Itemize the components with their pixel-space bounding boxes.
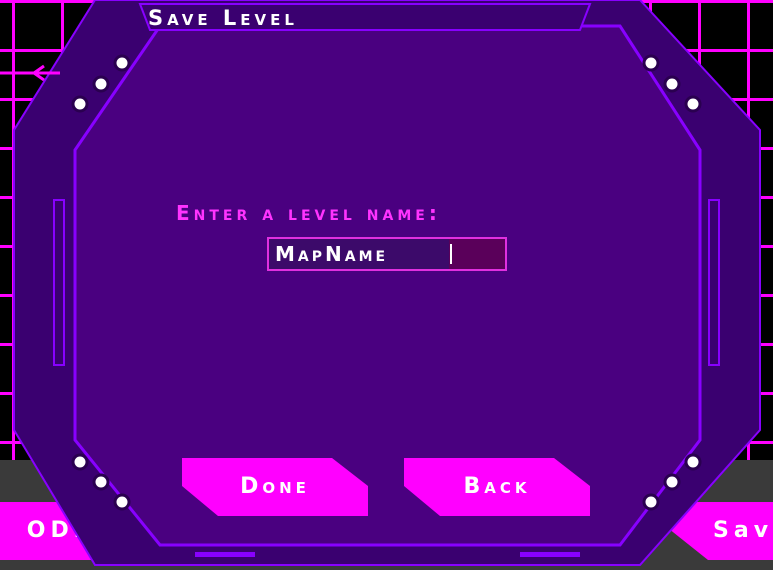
done-button[interactable]: Done	[182, 458, 368, 516]
level-name-value: MapName	[275, 242, 389, 266]
back-button[interactable]: Back	[404, 458, 590, 516]
level-name-prompt: Enter a level name:	[176, 201, 441, 225]
text-caret	[450, 244, 452, 264]
level-name-input[interactable]: MapName	[267, 237, 507, 271]
dialog-frame	[0, 0, 761, 566]
dialog-title: Save Level	[148, 6, 298, 30]
